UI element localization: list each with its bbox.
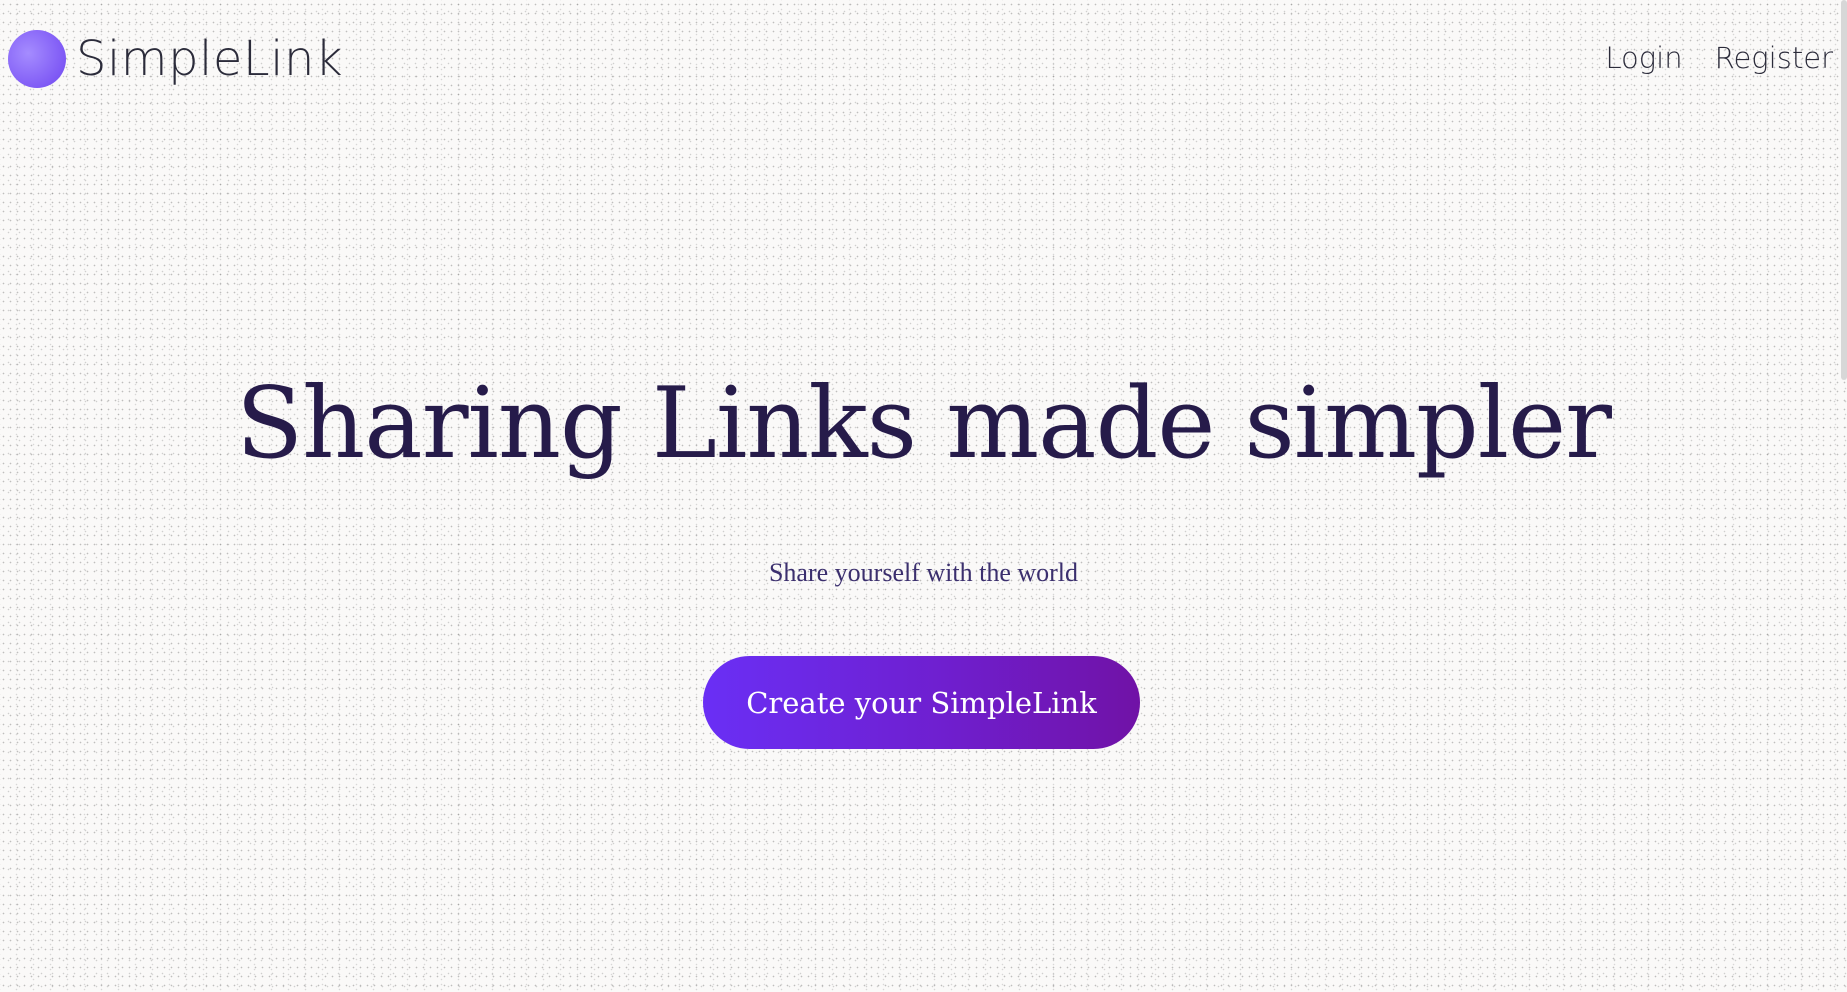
landing-page: SimpleLink Login Register Sharing Links …: [0, 0, 1847, 992]
create-simplelink-button[interactable]: Create your SimpleLink: [703, 656, 1140, 749]
login-link[interactable]: Login: [1605, 44, 1682, 73]
top-nav: Login Register: [1605, 44, 1833, 73]
logo-icon: [8, 30, 66, 88]
hero-title: Sharing Links made simpler: [236, 367, 1612, 481]
register-link[interactable]: Register: [1715, 44, 1833, 73]
brand[interactable]: SimpleLink: [8, 30, 343, 88]
hero-subtitle: Share yourself with the world: [768, 558, 1079, 587]
brand-name: SimpleLink: [76, 31, 344, 87]
scrollbar-thumb[interactable]: [1841, 0, 1847, 380]
